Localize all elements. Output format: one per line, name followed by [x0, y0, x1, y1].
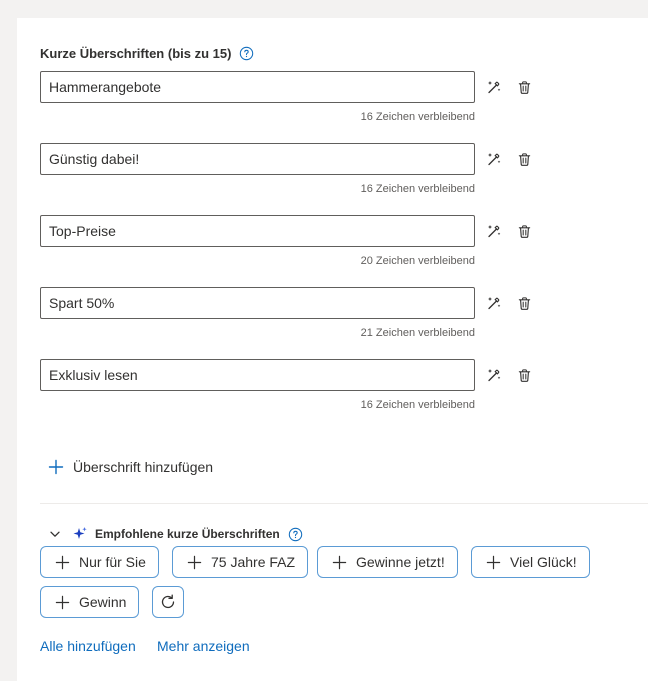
character-counter: 16 Zeichen verbleibend	[360, 111, 475, 123]
character-counter: 16 Zeichen verbleibend	[360, 399, 475, 411]
suggestion-pill[interactable]: Gewinn	[40, 586, 140, 618]
suggestion-pill[interactable]: 75 Jahre FAZ	[172, 546, 309, 578]
headline-input[interactable]	[40, 287, 475, 319]
sparkle-icon	[72, 526, 88, 542]
section-title: Kurze Überschriften (bis zu 15)	[40, 46, 254, 61]
recommended-header: Empfohlene kurze Überschriften	[48, 526, 303, 542]
magic-pen-icon[interactable]	[484, 293, 504, 313]
add-headline-label: Überschrift hinzufügen	[73, 459, 214, 475]
trash-icon[interactable]	[514, 149, 534, 169]
headline-input[interactable]	[40, 215, 475, 247]
headline-row: 21 Zeichen verbleibend	[40, 287, 540, 359]
show-more-link[interactable]: Mehr anzeigen	[157, 638, 250, 654]
magic-pen-icon[interactable]	[484, 221, 504, 241]
trash-icon[interactable]	[514, 221, 534, 241]
plus-icon	[48, 459, 64, 475]
headline-input[interactable]	[40, 143, 475, 175]
suggestion-label: Gewinn	[79, 594, 127, 610]
headline-input[interactable]	[40, 71, 475, 103]
divider	[40, 503, 648, 504]
suggestion-label: Nur für Sie	[79, 554, 146, 570]
magic-pen-icon[interactable]	[484, 149, 504, 169]
refresh-icon	[161, 594, 175, 609]
headline-row: 16 Zeichen verbleibend	[40, 359, 540, 431]
trash-icon[interactable]	[514, 77, 534, 97]
magic-pen-icon[interactable]	[484, 77, 504, 97]
character-counter: 20 Zeichen verbleibend	[360, 255, 475, 267]
suggestion-label: 75 Jahre FAZ	[211, 554, 296, 570]
help-icon[interactable]	[239, 46, 254, 61]
suggestion-pill[interactable]: Viel Glück!	[471, 546, 590, 578]
character-counter: 16 Zeichen verbleibend	[360, 183, 475, 195]
character-counter: 21 Zeichen verbleibend	[360, 327, 475, 339]
chevron-down-icon[interactable]	[48, 527, 62, 541]
plus-icon	[55, 555, 70, 569]
suggestion-pill[interactable]: Gewinne jetzt!	[317, 546, 458, 578]
headline-input[interactable]	[40, 359, 475, 391]
suggestion-label: Viel Glück!	[510, 554, 577, 570]
trash-icon[interactable]	[514, 293, 534, 313]
headlines-panel: Kurze Überschriften (bis zu 15) 16 Zeich…	[17, 18, 648, 681]
help-icon[interactable]	[288, 527, 303, 542]
recommended-title: Empfohlene kurze Überschriften	[95, 527, 280, 541]
plus-icon	[187, 555, 202, 569]
suggestion-pill[interactable]: Nur für Sie	[40, 546, 159, 578]
suggestion-label: Gewinne jetzt!	[356, 554, 445, 570]
headline-row: 16 Zeichen verbleibend	[40, 71, 540, 143]
plus-icon	[55, 595, 70, 609]
section-title-text: Kurze Überschriften (bis zu 15)	[40, 46, 232, 61]
trash-icon[interactable]	[514, 365, 534, 385]
magic-pen-icon[interactable]	[484, 365, 504, 385]
plus-icon	[332, 555, 347, 569]
add-headline-button[interactable]: Überschrift hinzufügen	[48, 459, 213, 475]
headline-row: 16 Zeichen verbleibend	[40, 143, 540, 215]
plus-icon	[486, 555, 501, 569]
refresh-suggestions-button[interactable]	[152, 586, 184, 618]
headline-row: 20 Zeichen verbleibend	[40, 215, 540, 287]
top-strip	[17, 0, 648, 18]
add-all-link[interactable]: Alle hinzufügen	[40, 638, 136, 654]
